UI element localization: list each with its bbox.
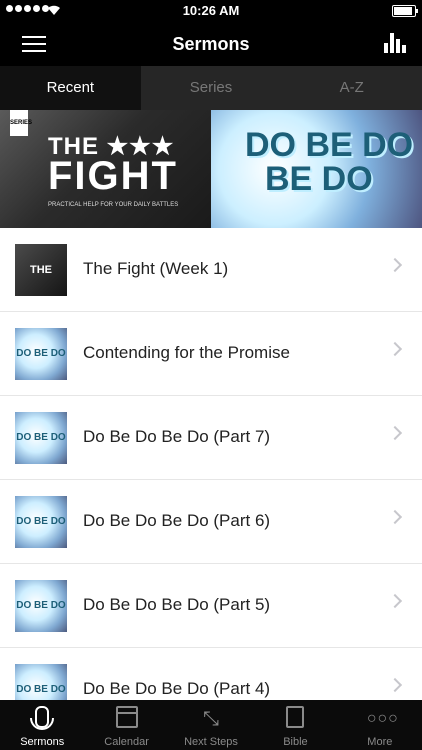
sermon-thumbnail: DO BE DO xyxy=(15,496,67,548)
bar-chart-icon[interactable] xyxy=(384,33,406,53)
calendar-icon xyxy=(115,706,138,728)
arrows-icon: ⤡ xyxy=(203,708,220,730)
tab-calendar[interactable]: Calendar xyxy=(84,700,168,750)
banner-fight-tagline: PRACTICAL HELP FOR YOUR DAILY BATTLES xyxy=(48,202,179,208)
list-item[interactable]: DO BE DO Contending for the Promise xyxy=(0,312,422,396)
series-badge: SERIES xyxy=(10,110,32,136)
banner-dobedo-logo: DO BE DO BE DO xyxy=(245,128,413,196)
tab-a-z[interactable]: A-Z xyxy=(281,66,422,110)
chevron-right-icon xyxy=(387,425,403,441)
page-title: Sermons xyxy=(172,34,250,54)
tab-sermons[interactable]: Sermons xyxy=(0,700,84,750)
tab-series[interactable]: Series xyxy=(141,66,282,110)
list-item[interactable]: DO BE DO Do Be Do Be Do (Part 5) xyxy=(0,564,422,648)
sermon-title: Do Be Do Be Do (Part 5) xyxy=(83,595,271,614)
chevron-right-icon xyxy=(387,257,403,273)
tab-bible[interactable]: Bible xyxy=(253,700,337,750)
tab-recent[interactable]: Recent xyxy=(0,66,141,110)
list-item[interactable]: DO BE DO Do Be Do Be Do (Part 6) xyxy=(0,480,422,564)
banner-fight-line2: FIGHT xyxy=(48,154,178,198)
more-dots-icon: ○○○ xyxy=(366,710,399,727)
bottom-tab-bar: Sermons Calendar ⤡ Next Steps Bible ○○○ … xyxy=(0,700,422,750)
series-banner: SERIES THE ★★★ FIGHT PRACTICAL HELP FOR … xyxy=(0,110,422,228)
sermon-title: Do Be Do Be Do (Part 7) xyxy=(83,427,271,446)
sermon-title: Contending for the Promise xyxy=(83,343,290,362)
tab-more-label: More xyxy=(367,736,393,748)
nav-bar: Sermons xyxy=(0,22,422,66)
book-icon xyxy=(286,706,305,728)
sermon-thumbnail: DO BE DO xyxy=(15,580,67,632)
list-item[interactable]: THE FIGHT The Fight (Week 1) xyxy=(0,228,422,328)
banner-the-fight[interactable]: SERIES THE ★★★ FIGHT PRACTICAL HELP FOR … xyxy=(0,110,211,228)
segmented-tabs: Recent Series A-Z xyxy=(0,66,422,110)
banner-do-be-do[interactable]: DO BE DO BE DO xyxy=(211,110,422,228)
sermon-thumbnail: DO BE DO xyxy=(15,328,67,380)
tab-bible-label: Bible xyxy=(283,736,308,748)
sermon-thumbnail: THE FIGHT xyxy=(15,244,67,328)
sermon-title: The Fight (Week 1) xyxy=(83,259,229,278)
battery-icon xyxy=(392,5,418,17)
sermon-thumbnail: DO BE DO xyxy=(15,412,67,464)
microphone-icon xyxy=(30,706,55,730)
banner-dobedo-line1: DO BE DO xyxy=(245,126,414,164)
tab-next-steps[interactable]: ⤡ Next Steps xyxy=(169,700,253,750)
sermon-list: THE FIGHT The Fight (Week 1) DO BE DO Co… xyxy=(0,228,422,700)
tab-more[interactable]: ○○○ More xyxy=(338,700,422,750)
chevron-right-icon xyxy=(387,677,403,693)
sermon-thumbnail: DO BE DO xyxy=(15,664,67,700)
sermon-title: Do Be Do Be Do (Part 6) xyxy=(83,511,271,530)
status-bar: 10:26 AM xyxy=(0,0,422,22)
banner-dobedo-line2: BE DO xyxy=(265,160,373,198)
sermon-title: Do Be Do Be Do (Part 4) xyxy=(83,679,271,698)
status-time: 10:26 AM xyxy=(182,3,240,18)
list-item[interactable]: DO BE DO Do Be Do Be Do (Part 4) xyxy=(0,648,422,700)
chevron-right-icon xyxy=(387,509,403,525)
tab-sermons-label: Sermons xyxy=(20,736,65,748)
tab-next-steps-label: Next Steps xyxy=(184,736,238,748)
list-item[interactable]: DO BE DO Do Be Do Be Do (Part 7) xyxy=(0,396,422,480)
chevron-right-icon xyxy=(387,593,403,609)
chevron-right-icon xyxy=(387,341,403,357)
tab-calendar-label: Calendar xyxy=(104,736,149,748)
